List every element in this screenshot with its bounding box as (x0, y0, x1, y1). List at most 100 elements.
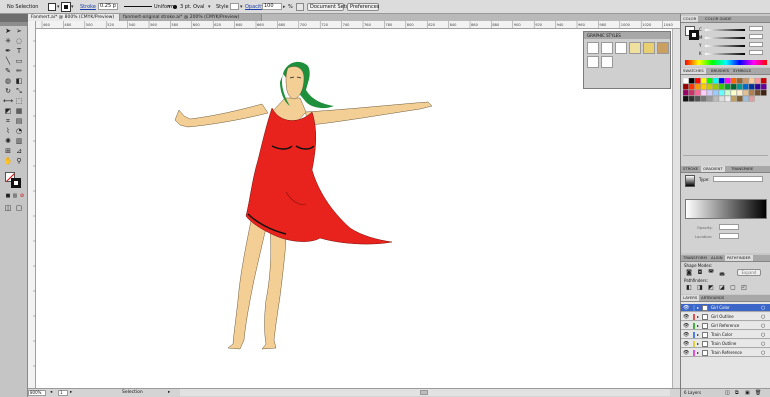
document-setup-button[interactable]: Document Setup (307, 3, 352, 11)
swatch[interactable] (706, 89, 713, 96)
swatch[interactable] (683, 78, 689, 84)
swatch[interactable] (736, 78, 743, 84)
eye-icon[interactable]: 👁 (683, 323, 689, 329)
gradient-slider[interactable] (685, 199, 767, 219)
layer-row[interactable]: 👁 ▸ Train Reference ○ (681, 349, 770, 357)
tab-gradient[interactable]: GRADIENT (701, 166, 725, 172)
swatch[interactable] (718, 83, 725, 90)
swatch[interactable] (742, 95, 749, 102)
lasso-tool-icon[interactable]: ◌ (14, 37, 24, 46)
swatch[interactable] (688, 89, 695, 96)
new-sublayer-icon[interactable]: ⧉ (735, 390, 739, 396)
opacity-field[interactable]: 100 (262, 3, 282, 10)
swatch[interactable] (700, 95, 707, 102)
style-swatch-7[interactable] (587, 56, 599, 68)
swatch[interactable] (688, 95, 695, 102)
width-tool-icon[interactable]: ⟷ (3, 97, 13, 106)
swatch[interactable] (712, 78, 719, 84)
tab-fanmert[interactable]: Fanmert.ai* @ 800% (CMYK/Preview) (28, 14, 120, 21)
layer-name[interactable]: Girl Outline (711, 314, 734, 320)
tab-fanmert-original[interactable]: fanmert-original stroke.ai* @ 200% (CMYK… (120, 14, 262, 21)
style-swatch[interactable] (230, 3, 239, 10)
swatch[interactable] (724, 95, 731, 102)
eraser-tool-icon[interactable]: ◧ (14, 77, 24, 86)
swatch[interactable] (712, 83, 719, 90)
paintbrush-tool-icon[interactable]: ✎ (3, 67, 13, 76)
swatch[interactable] (760, 89, 767, 96)
style-swatch-8[interactable] (601, 56, 613, 68)
swatch[interactable] (760, 78, 767, 84)
fill-dropdown-icon[interactable]: ▾ (57, 3, 60, 11)
screen-mode-icon[interactable]: ▢ (14, 204, 24, 213)
pencil-tool-icon[interactable]: ✏ (14, 67, 24, 76)
swatch[interactable] (730, 89, 737, 96)
tab-pathfinder[interactable]: PATHFINDER (725, 255, 753, 261)
line-tool-icon[interactable]: ╲ (3, 57, 13, 66)
target-circle-icon[interactable]: ○ (761, 350, 765, 356)
swatch[interactable] (748, 83, 755, 90)
intersect-icon[interactable]: ◚ (707, 269, 715, 276)
eye-icon[interactable]: 👁 (683, 305, 689, 311)
layer-row[interactable]: 👁 ▸ Girl Color ○ (681, 304, 770, 312)
layer-name[interactable]: Train Color (711, 332, 732, 338)
tab-artboards[interactable]: ARTBOARDS (699, 295, 726, 301)
artboard-prev-icon[interactable]: ◂ (50, 390, 52, 396)
eyedropper-tool-icon[interactable]: ⌇ (3, 127, 13, 136)
unite-icon[interactable]: ◙ (685, 269, 693, 276)
style-dropdown-icon[interactable]: ▾ (240, 3, 243, 11)
swatch[interactable] (683, 95, 689, 102)
style-default-swatch[interactable] (587, 42, 599, 54)
swatch[interactable] (718, 89, 725, 96)
brush-definition[interactable]: 3 pt. Oval (180, 3, 204, 11)
exclude-icon[interactable]: ◛ (718, 269, 726, 276)
layer-name[interactable]: Girl Color (711, 305, 730, 311)
target-circle-icon[interactable]: ○ (761, 323, 765, 329)
expand-triangle-icon[interactable]: ▸ (697, 350, 699, 356)
target-circle-icon[interactable]: ○ (761, 314, 765, 320)
swatch[interactable] (712, 95, 719, 102)
swatch[interactable] (724, 83, 731, 90)
stroke-color-box[interactable] (11, 178, 21, 188)
swatch[interactable] (748, 95, 755, 102)
horizontal-scroll-thumb[interactable] (420, 390, 428, 395)
symbol-sprayer-tool-icon[interactable]: ✺ (3, 137, 13, 146)
rectangle-tool-icon[interactable]: ▭ (14, 57, 24, 66)
channel-c-slider[interactable] (705, 29, 745, 31)
gradient-type-select[interactable] (713, 176, 763, 182)
layer-name[interactable]: Train Outline (711, 341, 736, 347)
shape-builder-tool-icon[interactable]: ◩ (3, 107, 13, 116)
gradient-preview[interactable] (685, 175, 695, 187)
swatch[interactable] (754, 89, 761, 96)
swatch[interactable] (724, 89, 731, 96)
swatch[interactable] (754, 78, 761, 84)
color-spectrum-bar[interactable] (685, 60, 767, 65)
swatch[interactable] (688, 78, 695, 84)
stroke-link[interactable]: Stroke (80, 3, 96, 11)
none-mode-icon[interactable]: ⊘ (17, 192, 27, 201)
swatch[interactable] (754, 83, 761, 90)
swatch[interactable] (742, 89, 749, 96)
merge-icon[interactable]: ◩ (707, 284, 715, 291)
swatch[interactable] (700, 78, 707, 84)
fill-swatch[interactable] (48, 3, 56, 11)
pen-tool-icon[interactable]: ✒ (3, 47, 13, 56)
eye-icon[interactable]: 👁 (683, 314, 689, 320)
minus-front-icon[interactable]: ◘ (696, 269, 704, 276)
swatch[interactable] (742, 83, 749, 90)
eye-icon[interactable]: 👁 (683, 332, 689, 338)
preferences-button[interactable]: Preferences (347, 3, 379, 11)
style-swatch-4[interactable] (629, 42, 641, 54)
swatch[interactable] (736, 95, 743, 102)
delete-layer-icon[interactable]: 🗑 (755, 390, 761, 396)
swatch[interactable] (706, 78, 713, 84)
tab-stroke[interactable]: STROKE (681, 166, 700, 172)
brush-dropdown-icon[interactable]: ▾ (208, 3, 211, 11)
expand-triangle-icon[interactable]: ▸ (697, 314, 699, 320)
tab-transparency[interactable]: TRANSPARE (729, 166, 755, 172)
expand-triangle-icon[interactable]: ▸ (697, 341, 699, 347)
swatch[interactable] (694, 89, 701, 96)
free-transform-tool-icon[interactable]: ⬚ (14, 97, 24, 106)
gradient-tool-icon[interactable]: ▤ (14, 117, 24, 126)
style-swatch-6[interactable] (657, 42, 669, 54)
document-setup-icon[interactable] (296, 3, 304, 11)
